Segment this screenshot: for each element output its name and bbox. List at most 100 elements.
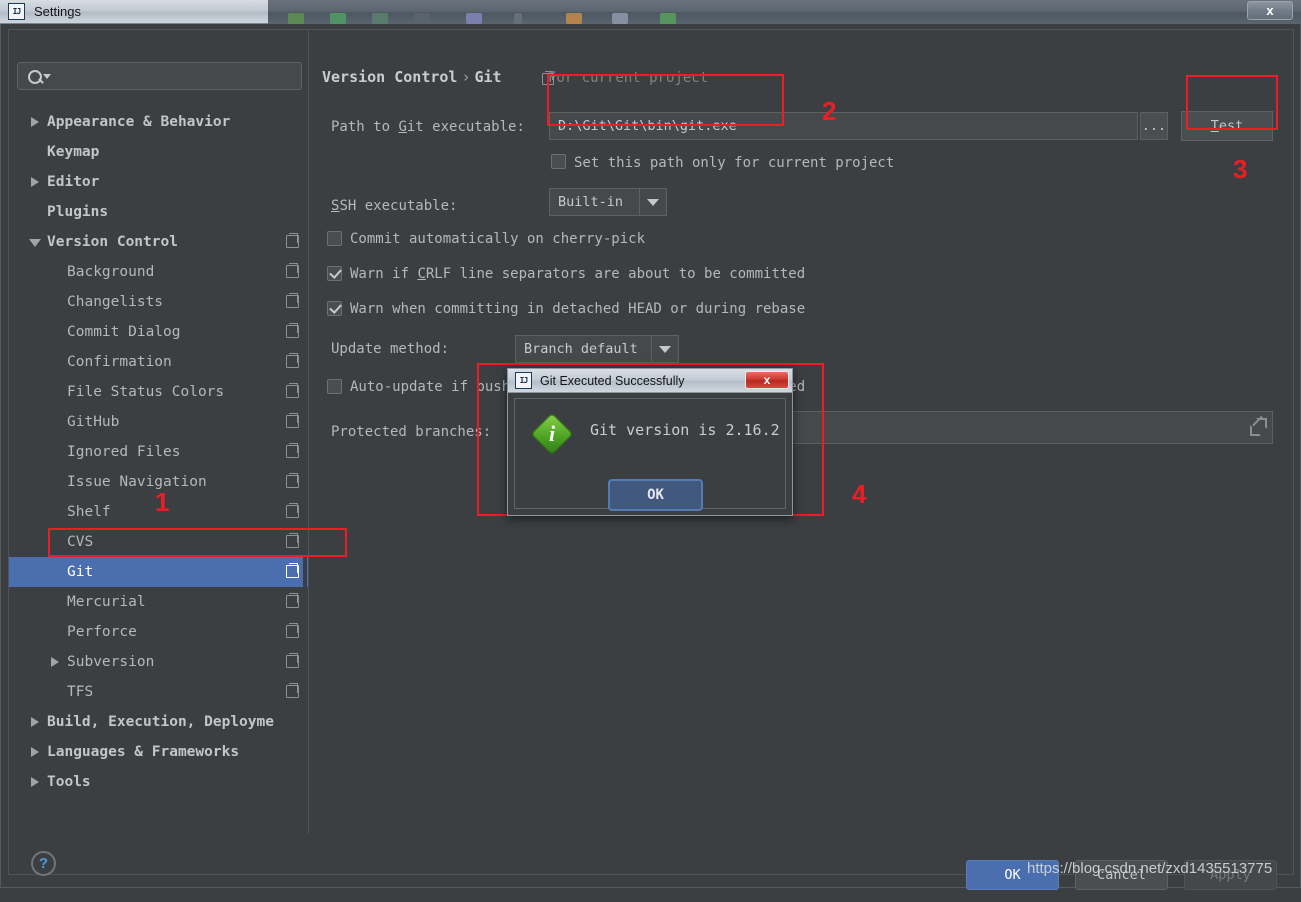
dialog-ok-button[interactable]: OK — [608, 479, 703, 511]
project-scope-icon — [286, 413, 299, 428]
auto-update-checkbox[interactable] — [327, 379, 342, 394]
sidebar-item-label: Keymap — [47, 144, 100, 160]
sidebar-item-subversion[interactable]: Subversion — [9, 647, 309, 677]
path-to-git-label: Path to Git executable: — [331, 119, 525, 135]
sidebar-item-file-status-colors[interactable]: File Status Colors — [9, 377, 309, 407]
test-button[interactable]: Test — [1181, 111, 1273, 141]
project-scope-icon — [286, 293, 299, 308]
chevron-down-icon[interactable] — [639, 189, 666, 215]
sidebar-item-label: GitHub — [67, 414, 120, 430]
project-scope-icon — [286, 653, 299, 668]
chevron-down-icon[interactable] — [29, 239, 41, 247]
sidebar-item-label: Confirmation — [67, 354, 172, 370]
watermark: https://blog.csdn.net/zxd1435513775 — [1027, 860, 1273, 877]
dialog-close-button[interactable]: x — [745, 371, 789, 389]
browse-button[interactable]: ... — [1140, 112, 1168, 140]
sidebar-item-label: Ignored Files — [67, 444, 181, 460]
sidebar-item-plugins[interactable]: Plugins — [9, 197, 309, 227]
chevron-right-icon[interactable] — [31, 747, 39, 757]
sidebar-item-label: CVS — [67, 534, 94, 550]
detached-head-warn-checkbox[interactable] — [327, 301, 342, 316]
chevron-down-icon[interactable] — [651, 336, 678, 362]
sidebar-item-label: Editor — [47, 174, 100, 190]
cherry-pick-checkbox[interactable] — [327, 231, 342, 246]
dialog-titlebar: IJ Git Executed Successfully x — [508, 369, 792, 393]
dialog-body: i Git version is 2.16.2 OK — [514, 398, 786, 511]
chevron-right-icon[interactable] — [51, 657, 59, 667]
sidebar-item-editor[interactable]: Editor — [9, 167, 309, 197]
project-scope-icon — [286, 503, 299, 518]
chevron-right-icon[interactable] — [31, 117, 39, 127]
update-method-select[interactable]: Branch default — [515, 335, 679, 363]
annotation-number-2: 2 — [822, 96, 837, 126]
settings-tree: Appearance & Behavior Keymap Editor Plugins… — [9, 107, 309, 797]
sidebar-item-github[interactable]: GitHub — [9, 407, 309, 437]
info-icon: i — [530, 412, 574, 456]
sidebar-item-label: Appearance & Behavior — [47, 114, 231, 130]
crlf-warn-checkbox[interactable] — [327, 266, 342, 281]
annotation-number-4: 4 — [852, 479, 867, 509]
settings-detail-pane: Version Control › Git For current project … — [314, 30, 1289, 834]
breadcrumb: Version Control › Git — [322, 68, 502, 86]
sidebar-item-ignored-files[interactable]: Ignored Files — [9, 437, 309, 467]
chevron-right-icon[interactable] — [31, 717, 39, 727]
sidebar-item-commit-dialog[interactable]: Commit Dialog — [9, 317, 309, 347]
breadcrumb-root: Version Control — [322, 68, 458, 86]
sidebar-item-version-control[interactable]: Version Control — [9, 227, 309, 257]
project-scope-icon — [286, 563, 299, 578]
project-scope-icon — [286, 593, 299, 608]
dialog-message: Git version is 2.16.2 — [590, 421, 780, 439]
sidebar-item-label: Commit Dialog — [67, 324, 181, 340]
sidebar-item-languages-frameworks[interactable]: Languages & Frameworks — [9, 737, 309, 767]
sidebar-item-tfs[interactable]: TFS — [9, 677, 309, 707]
intellij-icon-text: IJ — [12, 6, 22, 16]
sidebar-item-changelists[interactable]: Changelists — [9, 287, 309, 317]
sidebar-item-build-execution-deployme[interactable]: Build, Execution, Deployme — [9, 707, 309, 737]
chevron-right-icon[interactable] — [31, 777, 39, 787]
sidebar-item-appearance-behavior[interactable]: Appearance & Behavior — [9, 107, 309, 137]
breadcrumb-leaf: Git — [474, 68, 502, 86]
project-scope-icon — [286, 623, 299, 638]
scope-note: For current project — [548, 70, 709, 86]
sidebar-scrollbar[interactable] — [303, 30, 307, 834]
sidebar-item-label: Background — [67, 264, 155, 280]
taskbar-thumbnails — [268, 13, 958, 24]
chevron-right-icon[interactable] — [31, 177, 39, 187]
intellij-icon: IJ — [8, 3, 25, 20]
dialog-title: Git Executed Successfully — [540, 373, 685, 388]
update-method-value: Branch default — [524, 341, 638, 357]
help-button[interactable]: ? — [31, 851, 56, 876]
annotation-number-1: 1 — [155, 487, 170, 517]
sidebar-item-label: Git — [67, 564, 94, 580]
set-path-current-project-label: Set this path only for current project — [574, 155, 895, 171]
cherry-pick-label: Commit automatically on cherry-pick — [350, 231, 646, 247]
sidebar-item-cvs[interactable]: CVS — [9, 527, 309, 557]
search-input[interactable] — [17, 62, 302, 90]
crlf-warn-label: Warn if CRLF line separators are about t… — [350, 266, 806, 282]
sidebar-item-perforce[interactable]: Perforce — [9, 617, 309, 647]
window-title: Settings — [34, 4, 81, 19]
expand-editor-icon[interactable] — [1250, 415, 1266, 435]
sidebar-item-background[interactable]: Background — [9, 257, 309, 287]
ssh-executable-select[interactable]: Built-in — [549, 188, 667, 216]
set-path-current-project-checkbox[interactable] — [551, 154, 566, 169]
sidebar-item-git[interactable]: Git — [9, 557, 309, 587]
sidebar-item-label: Plugins — [47, 204, 109, 220]
git-executable-path-input[interactable]: D:\Git\Git\bin\git.exe — [549, 112, 1138, 140]
sidebar-item-label: Mercurial — [67, 594, 146, 610]
sidebar-item-tools[interactable]: Tools — [9, 767, 309, 797]
update-method-label: Update method: — [331, 341, 450, 357]
sidebar-item-mercurial[interactable]: Mercurial — [9, 587, 309, 617]
project-scope-icon — [286, 263, 299, 278]
sidebar-item-label: File Status Colors — [67, 384, 225, 400]
protected-branches-label: Protected branches: — [331, 424, 492, 440]
search-icon — [27, 68, 57, 86]
sidebar-item-confirmation[interactable]: Confirmation — [9, 347, 309, 377]
project-scope-icon — [286, 233, 299, 248]
window-close-button[interactable]: x — [1247, 1, 1293, 20]
project-scope-icon — [286, 353, 299, 368]
sidebar-item-keymap[interactable]: Keymap — [9, 137, 309, 167]
ssh-executable-value: Built-in — [558, 194, 624, 210]
project-scope-icon — [286, 383, 299, 398]
settings-sidebar: Appearance & Behavior Keymap Editor Plugins… — [9, 30, 309, 834]
